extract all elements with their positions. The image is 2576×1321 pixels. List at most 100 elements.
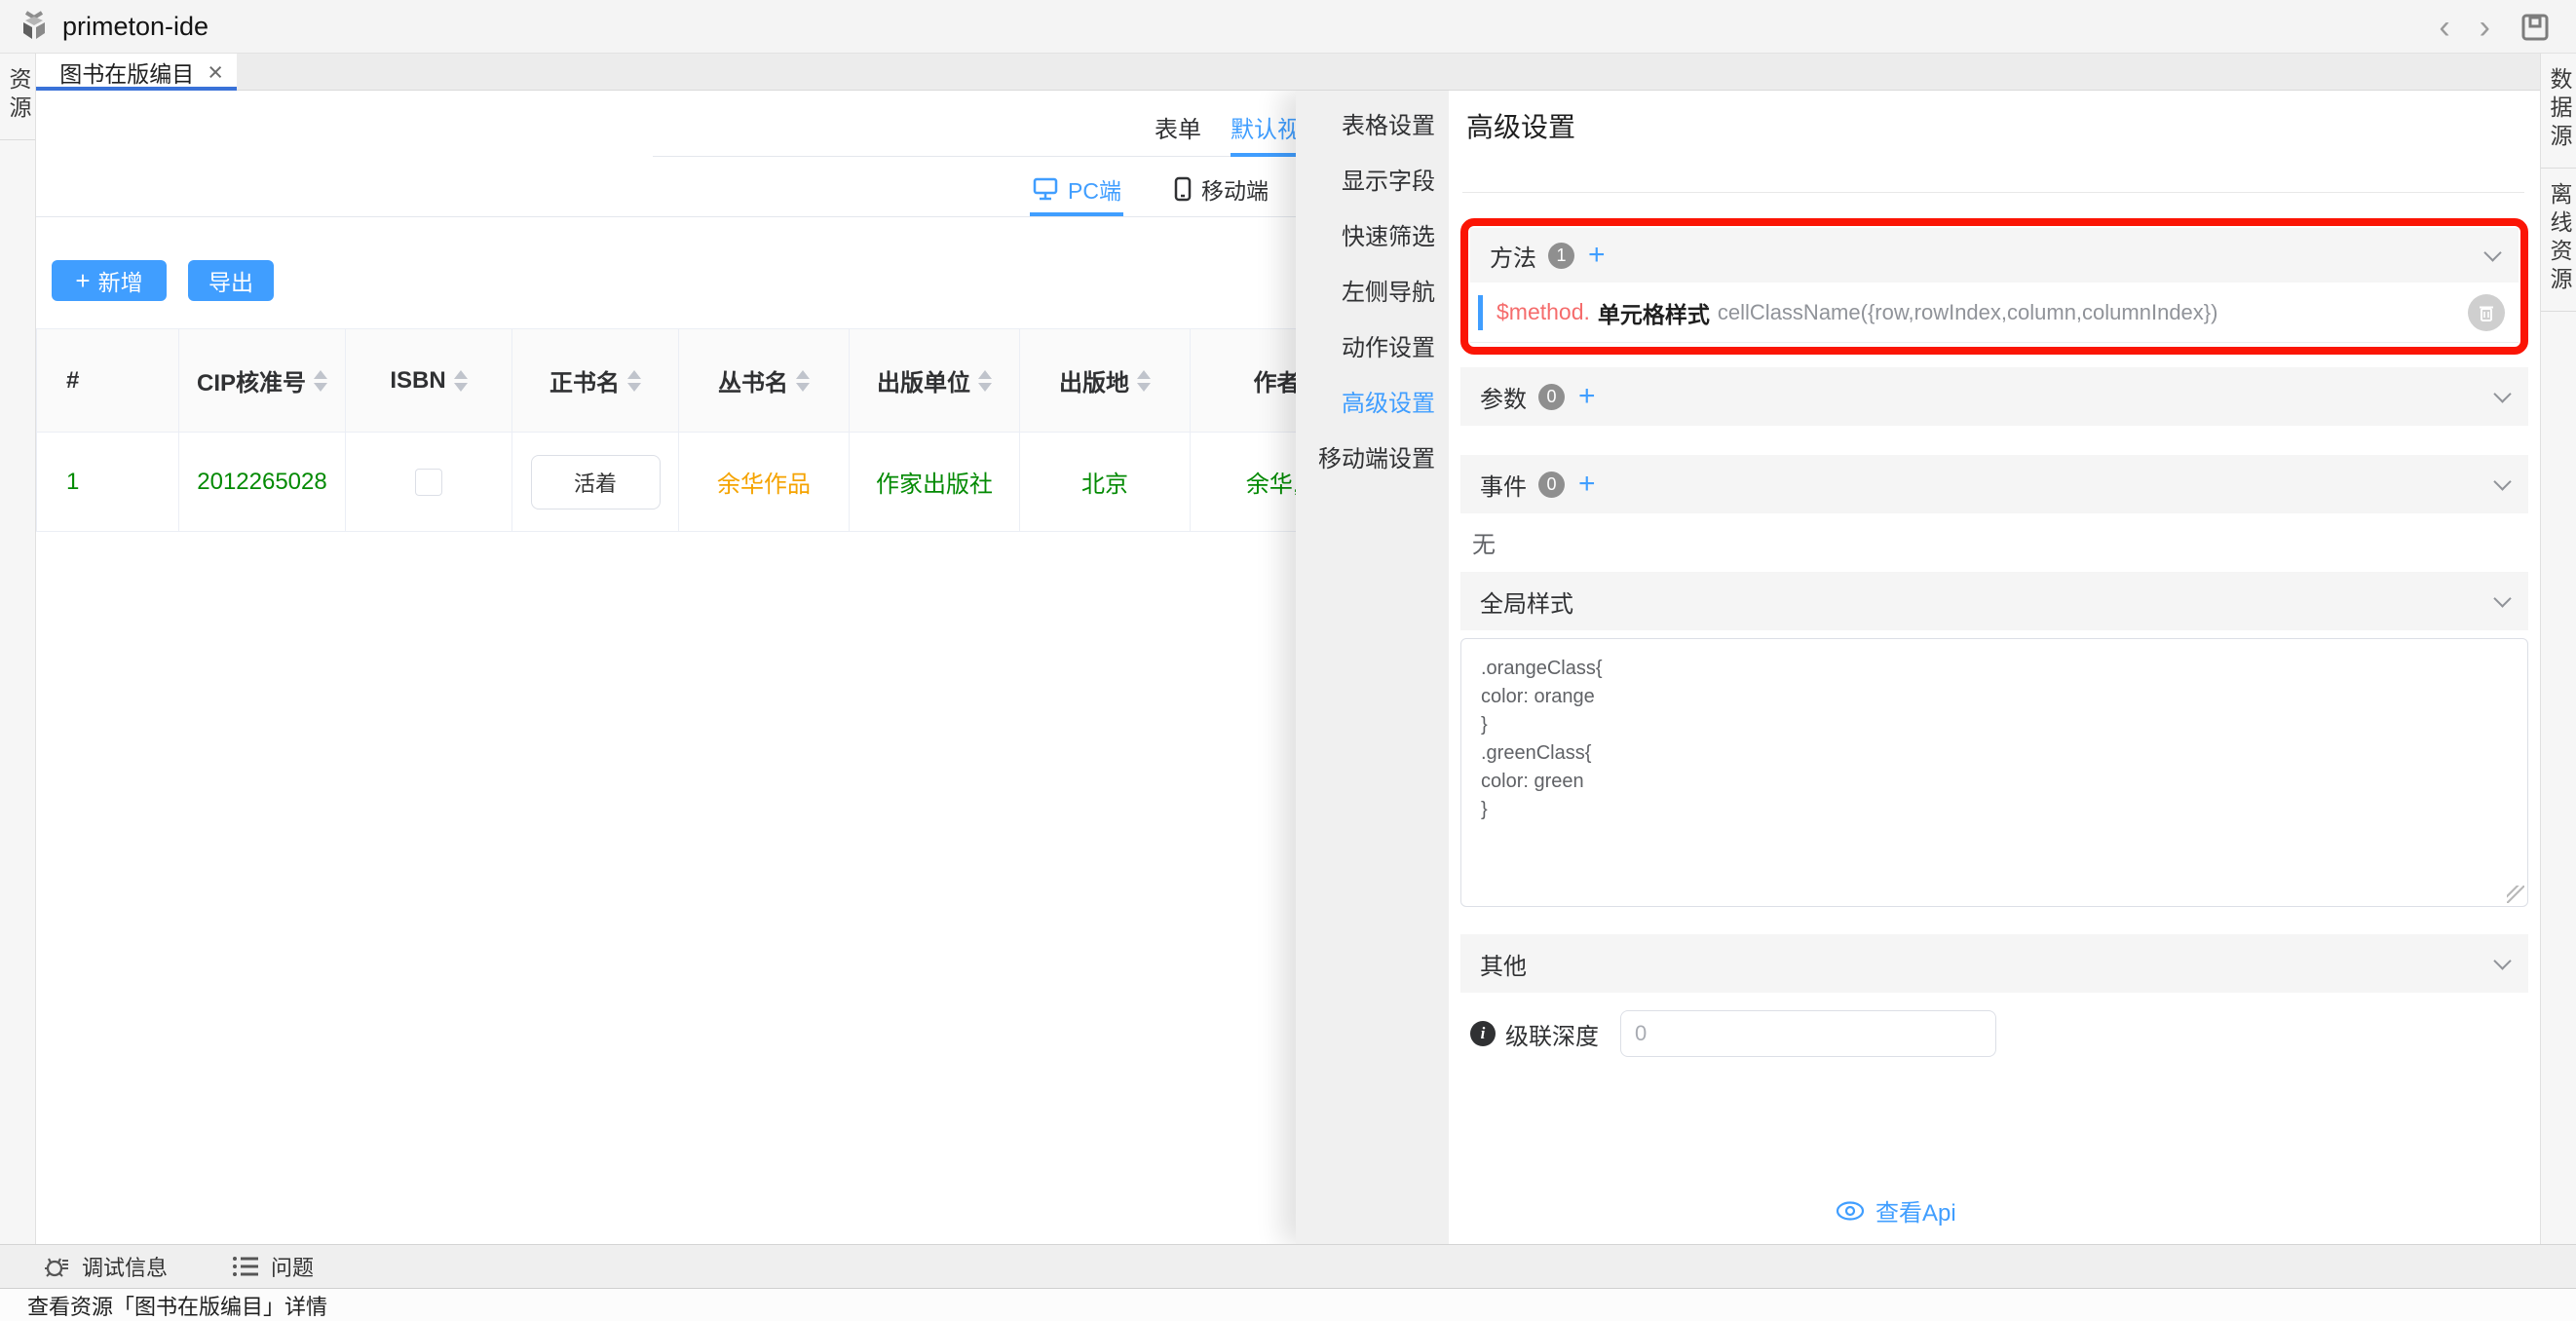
other-section-label: 其他	[1480, 947, 1527, 981]
isbn-checkbox[interactable]	[415, 469, 442, 496]
list-icon	[232, 1255, 259, 1278]
sort-icon[interactable]	[1137, 370, 1151, 392]
column-header-place[interactable]: 出版地	[1020, 329, 1191, 433]
chevron-down-icon[interactable]	[2493, 385, 2511, 402]
debug-bar: 调试信息 问题	[0, 1244, 2576, 1288]
plus-icon: +	[75, 268, 90, 293]
trash-icon	[2478, 303, 2495, 322]
add-button-label: 新增	[98, 264, 143, 297]
event-section-header[interactable]: 事件 0 +	[1460, 455, 2528, 513]
menu-item-quick-filter[interactable]: 快速筛选	[1296, 209, 1449, 265]
status-text: 查看资源「图书在版编目」详情	[27, 1290, 327, 1321]
method-count-badge: 1	[1548, 243, 1574, 269]
debug-info-button[interactable]: 调试信息	[43, 1251, 168, 1282]
add-param-icon[interactable]: +	[1578, 382, 1596, 411]
method-section-label: 方法	[1490, 239, 1536, 273]
chevron-down-icon[interactable]	[2493, 952, 2511, 969]
column-header-isbn[interactable]: ISBN	[346, 329, 512, 433]
main-content: 表单 默认视图 PC端 移动端 +	[36, 91, 1296, 1244]
column-header-title[interactable]: 正书名	[512, 329, 679, 433]
chevron-down-icon[interactable]	[2493, 589, 2511, 607]
cell-title: 活着	[512, 433, 679, 532]
method-signature: cellClassName({row,rowIndex,column,colum…	[1718, 300, 2218, 325]
title-bar: primeton-ide ‹ ›	[0, 0, 2576, 54]
menu-item-advanced-settings[interactable]: 高级设置	[1296, 376, 1449, 432]
global-style-textarea[interactable]: .orangeClass{ color: orange } .greenClas…	[1460, 638, 2528, 907]
problems-label: 问题	[271, 1251, 314, 1282]
menu-item-mobile-settings[interactable]: 移动端设置	[1296, 432, 1449, 487]
add-event-icon[interactable]: +	[1578, 470, 1596, 499]
column-header-publisher[interactable]: 出版单位	[850, 329, 1020, 433]
rail-divider	[0, 139, 35, 140]
menu-item-table-settings[interactable]: 表格设置	[1296, 98, 1449, 154]
app-title: primeton-ide	[62, 12, 208, 42]
sort-icon[interactable]	[978, 370, 992, 392]
export-button[interactable]: 导出	[188, 260, 274, 301]
active-device-underline	[1030, 212, 1123, 216]
cell-isbn	[346, 433, 512, 532]
method-prefix: $method.	[1496, 299, 1590, 325]
column-header-cip[interactable]: CIP核准号	[179, 329, 346, 433]
sort-icon[interactable]	[627, 370, 641, 392]
save-icon[interactable]	[2519, 12, 2551, 43]
chevron-down-icon[interactable]	[2493, 472, 2511, 490]
events-empty-text: 无	[1472, 525, 1496, 559]
param-section-label: 参数	[1480, 380, 1527, 414]
method-name: 单元格样式	[1598, 296, 1710, 329]
column-header-series[interactable]: 丛书名	[679, 329, 850, 433]
cascade-depth-input[interactable]	[1620, 1010, 1996, 1057]
rail-item-datasource[interactable]: 数据源	[2541, 67, 2576, 152]
rail-item-resources[interactable]: 资源	[0, 67, 35, 124]
delete-method-button[interactable]	[2468, 294, 2505, 331]
resize-grip-icon[interactable]	[2507, 886, 2524, 903]
rail-item-offline-resources[interactable]: 离线资源	[2541, 182, 2576, 295]
title-input[interactable]: 活着	[531, 455, 661, 510]
tab-book-cip[interactable]: 图书在版编目 ×	[36, 54, 237, 91]
window-nav-controls: ‹ ›	[2439, 0, 2551, 54]
cell-place: 北京	[1020, 433, 1191, 532]
tab-form[interactable]: 表单	[1155, 110, 1201, 144]
left-rail: 资源	[0, 54, 36, 1244]
add-method-icon[interactable]: +	[1588, 241, 1606, 270]
forward-icon[interactable]: ›	[2480, 11, 2490, 44]
phone-icon	[1174, 176, 1192, 202]
settings-menu: 表格设置 显示字段 快速筛选 左侧导航 动作设置 高级设置 移动端设置	[1296, 91, 1449, 1244]
data-table: # CIP核准号 ISBN 正书名 丛书名 出版单位	[36, 328, 1296, 532]
cascade-depth-row: i 级联深度	[1470, 1010, 1996, 1057]
back-icon[interactable]: ‹	[2439, 11, 2449, 44]
right-rail: 数据源 离线资源	[2540, 54, 2576, 1244]
method-section-header[interactable]: 方法 1 +	[1470, 228, 2519, 283]
tab-default-view[interactable]: 默认视图	[1231, 110, 1296, 144]
export-button-label: 导出	[208, 264, 253, 297]
close-icon[interactable]: ×	[208, 57, 223, 88]
column-header-author[interactable]: 作者	[1191, 329, 1296, 433]
cell-author: 余华, 著	[1191, 433, 1296, 532]
cell-publisher: 作家出版社	[850, 433, 1020, 532]
tab-pc[interactable]: PC端	[1033, 172, 1121, 206]
app-logo-icon	[18, 10, 51, 43]
status-bar: 查看资源「图书在版编目」详情	[0, 1288, 2576, 1321]
cascade-depth-label: 级联深度	[1505, 1017, 1599, 1051]
global-style-section-header[interactable]: 全局样式	[1460, 572, 2528, 630]
tab-mobile-label: 移动端	[1201, 172, 1269, 206]
view-api-label: 查看Api	[1875, 1193, 1956, 1227]
sort-icon[interactable]	[454, 370, 468, 392]
menu-item-display-fields[interactable]: 显示字段	[1296, 154, 1449, 209]
menu-item-action-settings[interactable]: 动作设置	[1296, 321, 1449, 376]
sort-icon[interactable]	[796, 370, 810, 392]
view-api-link[interactable]: 查看Api	[1835, 1193, 1956, 1227]
problems-button[interactable]: 问题	[232, 1251, 314, 1282]
panel-title: 高级设置	[1466, 106, 1575, 145]
chevron-down-icon[interactable]	[2483, 244, 2501, 261]
device-tabs: PC端 移动端	[36, 157, 1296, 217]
event-count-badge: 0	[1538, 472, 1565, 498]
method-item-row[interactable]: $method. 单元格样式 cellClassName({row,rowInd…	[1470, 283, 2519, 343]
other-section-header[interactable]: 其他	[1460, 934, 2528, 993]
tab-mobile[interactable]: 移动端	[1174, 172, 1269, 206]
sort-icon[interactable]	[314, 370, 327, 392]
tab-label: 图书在版编目	[59, 56, 194, 89]
add-button[interactable]: + 新增	[52, 260, 167, 301]
menu-item-left-nav[interactable]: 左侧导航	[1296, 265, 1449, 321]
param-section-header[interactable]: 参数 0 +	[1460, 367, 2528, 426]
debug-info-label: 调试信息	[82, 1251, 168, 1282]
